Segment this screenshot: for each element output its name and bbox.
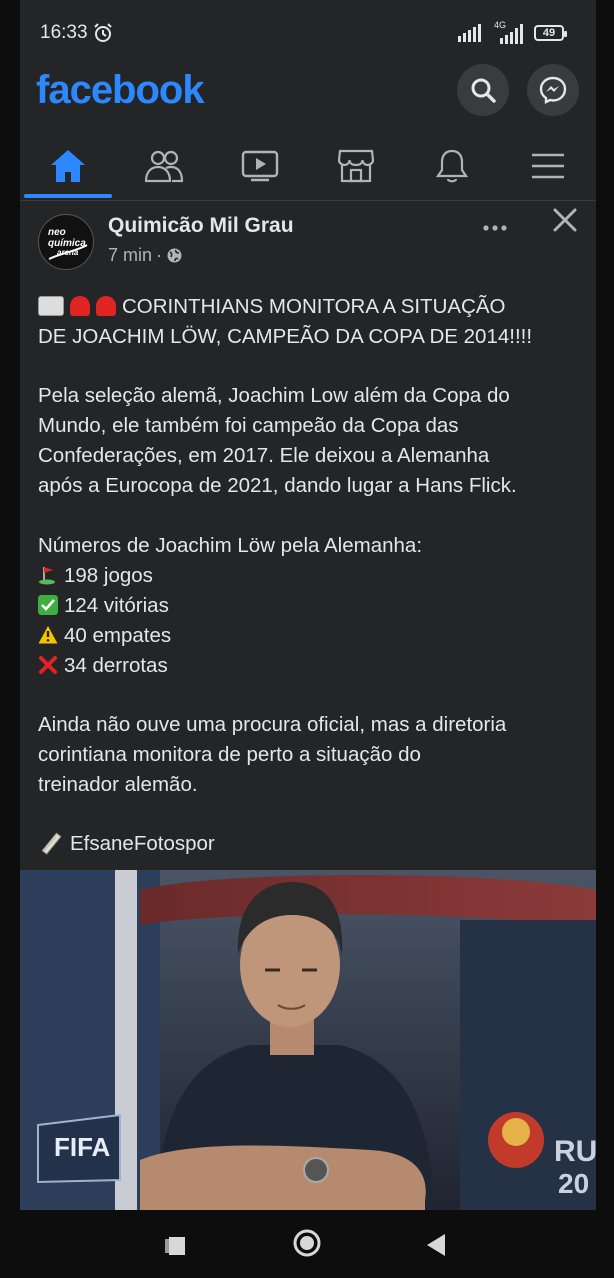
avatar-swoosh bbox=[48, 244, 88, 260]
active-tab-indicator bbox=[24, 194, 112, 198]
watch-video-icon bbox=[241, 150, 279, 182]
search-button[interactable] bbox=[457, 64, 509, 116]
messenger-icon bbox=[539, 76, 567, 104]
stat-wins-text: 124 vitórias bbox=[64, 594, 169, 617]
para2-line1: Ainda não ouve uma procura oficial, mas … bbox=[38, 713, 507, 736]
cross-mark-emoji-icon bbox=[39, 656, 57, 674]
status-bar: 16:33 4G 49 bbox=[20, 0, 596, 64]
stat-draws: 40 empates bbox=[38, 621, 586, 651]
post-photo[interactable]: FIFA RU 20 bbox=[20, 870, 596, 1210]
fifa-board-text: FIFA bbox=[54, 1132, 111, 1162]
meta-separator: · bbox=[156, 245, 163, 265]
siren-emoji-icon bbox=[70, 296, 90, 316]
system-navigation-bar bbox=[0, 1210, 614, 1278]
siren-emoji-icon bbox=[96, 296, 116, 316]
home-nav-button[interactable] bbox=[289, 1225, 325, 1261]
check-mark-emoji-icon bbox=[38, 595, 58, 615]
para1-line3: Confederações, em 2017. Ele deixou a Ale… bbox=[38, 444, 490, 467]
stat-losses-text: 34 derrotas bbox=[64, 654, 168, 677]
warning-emoji-icon bbox=[38, 626, 58, 644]
para2-line2: corintiana monitora de perto a situação … bbox=[38, 743, 421, 766]
para1-line1: Pela seleção alemã, Joachim Low além da … bbox=[38, 384, 510, 407]
close-icon bbox=[553, 208, 577, 232]
alarm-icon bbox=[94, 23, 112, 42]
post-author[interactable]: Quimicão Mil Grau bbox=[108, 214, 294, 238]
page-avatar[interactable]: neo química arena bbox=[38, 214, 94, 270]
search-icon bbox=[471, 78, 496, 103]
tab-watch[interactable] bbox=[212, 134, 308, 198]
year-board-text: 20 bbox=[558, 1168, 590, 1199]
para1-line2: Mundo, ele também foi campeão da Copa da… bbox=[38, 414, 459, 437]
signal-icon bbox=[458, 24, 481, 42]
recent-apps-button[interactable] bbox=[160, 1230, 192, 1262]
tab-home[interactable] bbox=[20, 134, 116, 198]
tab-friends[interactable] bbox=[116, 134, 212, 198]
golf-flag-emoji-icon bbox=[39, 567, 55, 585]
hide-post-button[interactable] bbox=[552, 207, 578, 241]
para1-line4: após a Eurocopa de 2021, dando lugar a H… bbox=[38, 474, 517, 497]
stats-title: Números de Joachim Löw pela Alemanha: bbox=[38, 534, 423, 557]
battery-indicator: 49 bbox=[534, 25, 567, 41]
para2-line3: treinador alemão. bbox=[38, 773, 198, 796]
stat-games: 198 jogos bbox=[38, 561, 586, 591]
back-button[interactable] bbox=[418, 1228, 452, 1262]
scroll-emoji-icon bbox=[41, 832, 62, 855]
headline-text-1: CORINTHIANS MONITORA A SITUAÇÃO bbox=[122, 295, 506, 318]
stat-games-text: 198 jogos bbox=[64, 564, 153, 587]
status-time: 16:33 bbox=[40, 22, 88, 43]
post-meta: 7 min · bbox=[108, 245, 183, 266]
bell-icon bbox=[435, 149, 469, 183]
home-icon bbox=[51, 150, 85, 182]
stat-wins: 124 vitórias bbox=[38, 591, 586, 621]
app-frame: 16:33 4G 49 facebook neo química arena Q… bbox=[20, 0, 596, 1210]
home-circle-icon bbox=[293, 1229, 321, 1257]
friends-icon bbox=[144, 150, 184, 183]
russia-board-text: RU bbox=[554, 1135, 596, 1168]
newspaper-emoji-icon bbox=[38, 296, 64, 316]
post-headline-line2: DE JOACHIM LÖW, CAMPEÃO DA COPA DE 2014!… bbox=[38, 325, 533, 348]
more-options-button[interactable] bbox=[482, 212, 508, 240]
tab-notifications[interactable] bbox=[404, 134, 500, 198]
globe-icon bbox=[167, 248, 182, 263]
messenger-button[interactable] bbox=[527, 64, 579, 116]
stat-draws-text: 40 empates bbox=[64, 624, 172, 647]
credit-text: EfsaneFotospor bbox=[70, 832, 215, 855]
post-headline-line1: CORINTHIANS MONITORA A SITUAÇÃO bbox=[38, 292, 586, 322]
menu-icon bbox=[532, 153, 564, 179]
marketplace-icon bbox=[337, 149, 375, 183]
facebook-logo[interactable]: facebook bbox=[36, 68, 205, 113]
more-dots-icon bbox=[483, 225, 507, 231]
post-time[interactable]: 7 min bbox=[108, 245, 152, 266]
back-triangle-icon bbox=[427, 1234, 445, 1256]
top-nav bbox=[20, 134, 596, 201]
stat-losses: 34 derrotas bbox=[38, 651, 586, 681]
photo-credit: EfsaneFotospor bbox=[38, 829, 586, 859]
recent-apps-icon bbox=[165, 1237, 185, 1255]
tab-marketplace[interactable] bbox=[308, 134, 404, 198]
tab-menu[interactable] bbox=[500, 134, 596, 198]
